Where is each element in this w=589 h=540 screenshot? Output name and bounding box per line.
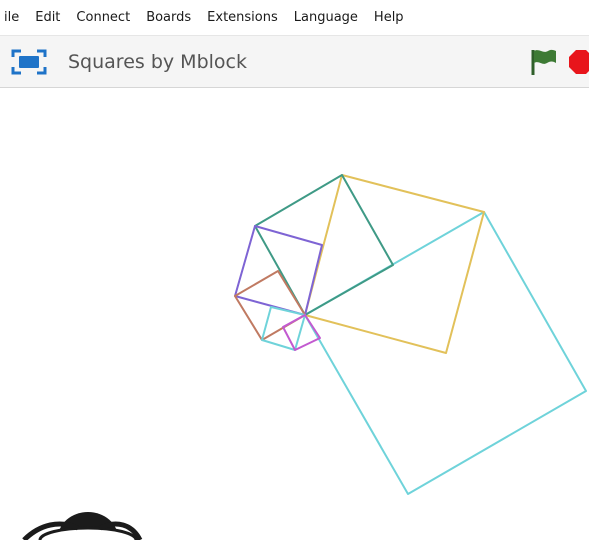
menu-language[interactable]: Language [286,0,366,36]
project-title: Squares by Mblock [68,51,247,73]
panda-sprite[interactable] [22,512,143,540]
stage-canvas[interactable] [0,88,589,540]
menu-boards[interactable]: Boards [138,0,199,36]
fullscreen-icon[interactable] [10,48,48,76]
menu-file[interactable]: ile [0,0,27,36]
menu-help[interactable]: Help [366,0,412,36]
turtle-drawing [22,174,587,540]
menu-bar: ile Edit Connect Boards Extensions Langu… [0,0,589,36]
menu-connect[interactable]: Connect [68,0,138,36]
menu-extensions[interactable]: Extensions [199,0,286,36]
stage-title-bar: Squares by Mblock [0,36,589,88]
stop-icon[interactable] [568,49,589,75]
green-flag-icon[interactable] [528,48,558,76]
menu-edit[interactable]: Edit [27,0,68,36]
